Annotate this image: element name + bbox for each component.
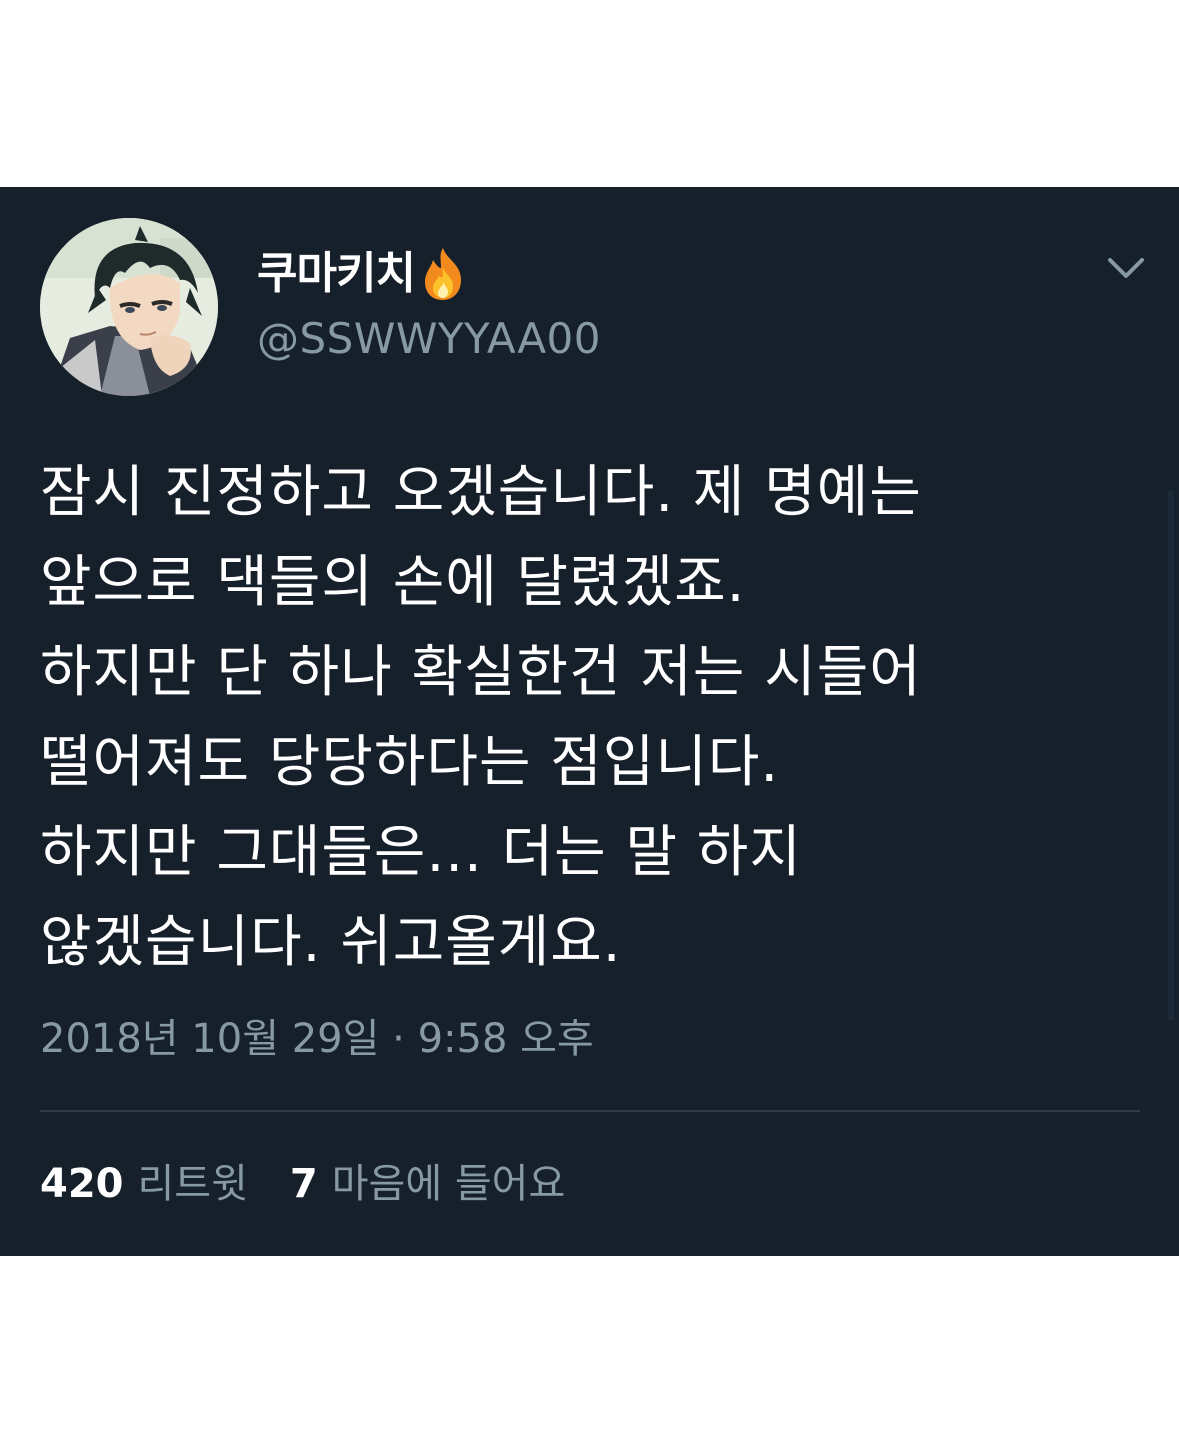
chevron-down-icon[interactable] <box>1104 250 1148 286</box>
scrollbar[interactable] <box>1168 490 1174 1020</box>
likes-label: 마음에 들어요 <box>331 1161 566 1207</box>
tweet-text-line: 않겠습니다. 쉬고올게요. <box>40 910 622 975</box>
retweets-label: 리트윗 <box>137 1161 248 1207</box>
retweets-count: 420 <box>40 1161 124 1207</box>
user-handle[interactable]: @SSWWYYAA00 <box>257 318 601 360</box>
likes-stat[interactable]: 7 마음에 들어요 <box>290 1158 565 1210</box>
tweet-text: 잠시 진정하고 오겠습니다. 제 명예는 앞으로 댁들의 손에 달렸겠죠. 하지… <box>40 448 1150 988</box>
avatar[interactable] <box>40 218 218 396</box>
tweet-timestamp[interactable]: 2018년 10월 29일 · 9:58 오후 <box>40 1013 594 1065</box>
tweet-text-line: 앞으로 댁들의 손에 달렸겠죠. <box>40 550 746 615</box>
retweets-stat[interactable]: 420 리트윗 <box>40 1158 248 1210</box>
display-name-row[interactable]: 쿠마키치 <box>257 242 469 306</box>
tweet-stats: 420 리트윗 7 마음에 들어요 <box>40 1158 565 1210</box>
tweet-text-line: 잠시 진정하고 오겠습니다. 제 명예는 <box>40 460 922 525</box>
tweet-text-line: 떨어져도 당당하다는 점입니다. <box>40 730 780 795</box>
divider <box>40 1110 1140 1112</box>
likes-count: 7 <box>289 1161 318 1207</box>
tweet-text-line: 하지만 그대들은... 더는 말 하지 <box>40 820 802 885</box>
display-name[interactable]: 쿠마키치 <box>257 252 416 296</box>
fire-icon <box>417 246 469 302</box>
tweet-text-line: 하지만 단 하나 확실한건 저는 시들어 <box>40 640 922 705</box>
